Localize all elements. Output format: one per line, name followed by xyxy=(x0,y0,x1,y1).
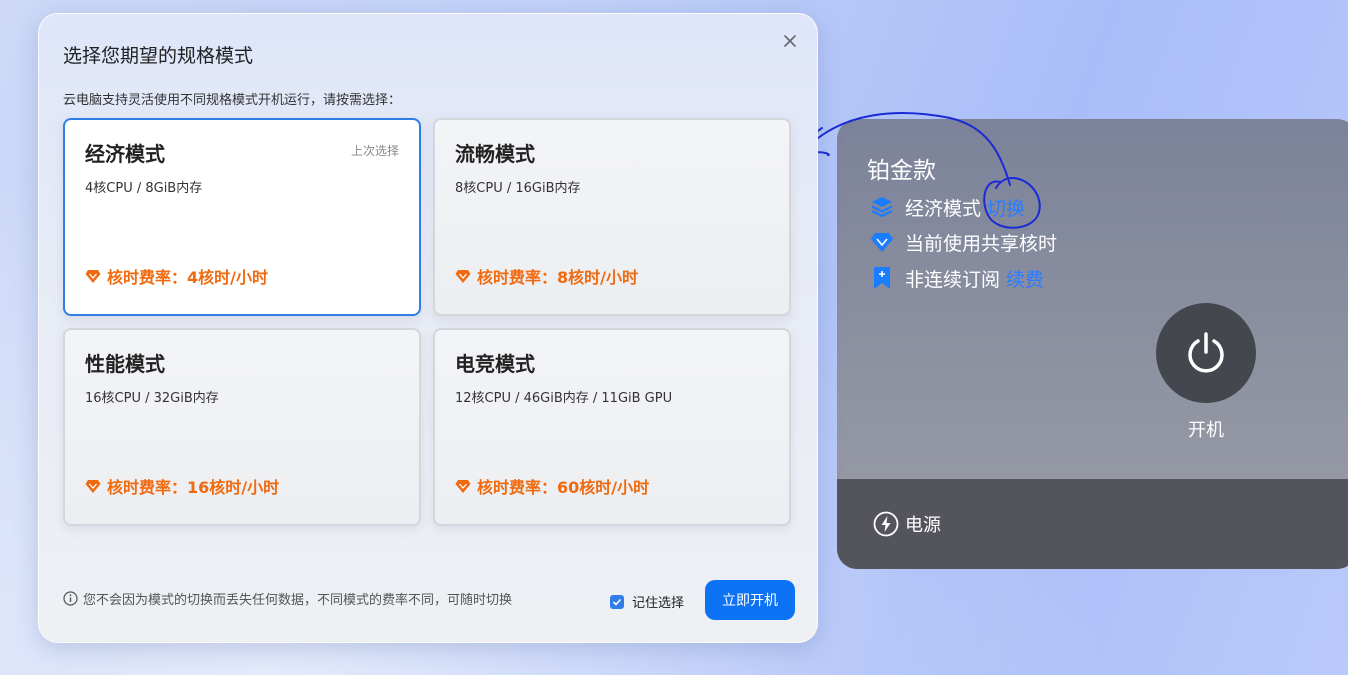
mode-card-economy[interactable]: 经济模式 上次选择 4核CPU / 8GiB内存 核时费率：4核时/小时 xyxy=(63,118,421,316)
last-selected-tag: 上次选择 xyxy=(350,144,399,158)
dialog-subtitle: 云电脑支持灵活使用不同规格模式开机运行，请按需选择： xyxy=(63,93,402,108)
core-label: 当前使用共享核时 xyxy=(905,232,1058,255)
diamond-icon xyxy=(455,480,471,493)
remember-choice: 记住选择 xyxy=(610,592,684,611)
close-icon xyxy=(784,35,796,47)
mode-card-performance[interactable]: 性能模式 16核CPU / 32GiB内存 核时费率：16核时/小时 xyxy=(63,328,421,526)
card-rate-text: 核时费率：60核时/小时 xyxy=(477,478,650,497)
remember-checkbox[interactable] xyxy=(610,594,624,609)
card-title: 性能模式 xyxy=(85,352,165,376)
remember-label: 记住选择 xyxy=(632,596,685,611)
power-icon xyxy=(1188,332,1224,373)
panel-footer: 电源 xyxy=(837,479,1348,569)
lightning-icon xyxy=(873,511,899,537)
renew-link[interactable]: 续费 xyxy=(1006,265,1044,292)
card-rate: 核时费率：16核时/小时 xyxy=(85,474,279,498)
start-now-button[interactable]: 立即开机 xyxy=(705,580,795,620)
mode-row: 经济模式 切换 xyxy=(869,194,1025,220)
card-spec: 16核CPU / 32GiB内存 xyxy=(85,391,219,406)
layers-icon xyxy=(869,194,895,220)
info-icon xyxy=(63,591,78,606)
card-rate: 核时费率：60核时/小时 xyxy=(455,474,649,498)
power-on-button[interactable] xyxy=(1156,303,1256,403)
mode-label: 经济模式 xyxy=(905,197,982,220)
card-rate-text: 核时费率：16核时/小时 xyxy=(107,478,280,497)
card-spec: 12核CPU / 46GiB内存 / 11GiB GPU xyxy=(455,391,673,406)
plan-title: 铂金款 xyxy=(867,158,936,184)
card-title: 经济模式 xyxy=(85,142,165,166)
info-note-text: 您不会因为模式的切换而丢失任何数据，不同模式的费率不同，可随时切换 xyxy=(83,593,513,608)
power-on-label: 开机 xyxy=(1188,420,1224,441)
diamond-icon xyxy=(85,480,101,493)
card-rate: 核时费率：4核时/小时 xyxy=(85,264,268,288)
close-button[interactable] xyxy=(780,31,800,51)
core-row: 当前使用共享核时 xyxy=(869,229,1057,255)
mode-card-esports[interactable]: 电竞模式 12核CPU / 46GiB内存 / 11GiB GPU 核时费率：6… xyxy=(433,328,791,526)
power-menu[interactable]: 电源 xyxy=(873,511,941,537)
card-spec: 8核CPU / 16GiB内存 xyxy=(455,181,581,196)
card-spec: 4核CPU / 8GiB内存 xyxy=(85,181,203,196)
mode-card-smooth[interactable]: 流畅模式 8核CPU / 16GiB内存 核时费率：8核时/小时 xyxy=(433,118,791,316)
card-rate-text: 核时费率：8核时/小时 xyxy=(477,268,638,287)
power-menu-label: 电源 xyxy=(905,515,941,536)
dialog-title: 选择您期望的规格模式 xyxy=(63,45,254,67)
switch-mode-link[interactable]: 切换 xyxy=(987,194,1025,221)
bookmark-icon xyxy=(869,265,895,291)
mode-select-dialog: 选择您期望的规格模式 云电脑支持灵活使用不同规格模式开机运行，请按需选择： 经济… xyxy=(38,13,818,643)
checkmark-icon xyxy=(612,598,622,606)
card-rate: 核时费率：8核时/小时 xyxy=(455,264,638,288)
card-title: 电竞模式 xyxy=(455,352,535,376)
card-rate-text: 核时费率：4核时/小时 xyxy=(107,268,268,287)
diamond-icon xyxy=(85,270,101,283)
diamond-icon xyxy=(455,270,471,283)
desktop-info-panel: 铂金款 经济模式 切换 当前使用共享核时 非连续订阅 续费 开机 电源 xyxy=(837,119,1348,569)
subscription-row: 非连续订阅 续费 xyxy=(869,265,1044,291)
diamond-icon xyxy=(869,229,895,255)
info-note: 您不会因为模式的切换而丢失任何数据，不同模式的费率不同，可随时切换 xyxy=(63,589,512,608)
card-title: 流畅模式 xyxy=(455,142,535,166)
subscription-label: 非连续订阅 xyxy=(905,268,1001,291)
